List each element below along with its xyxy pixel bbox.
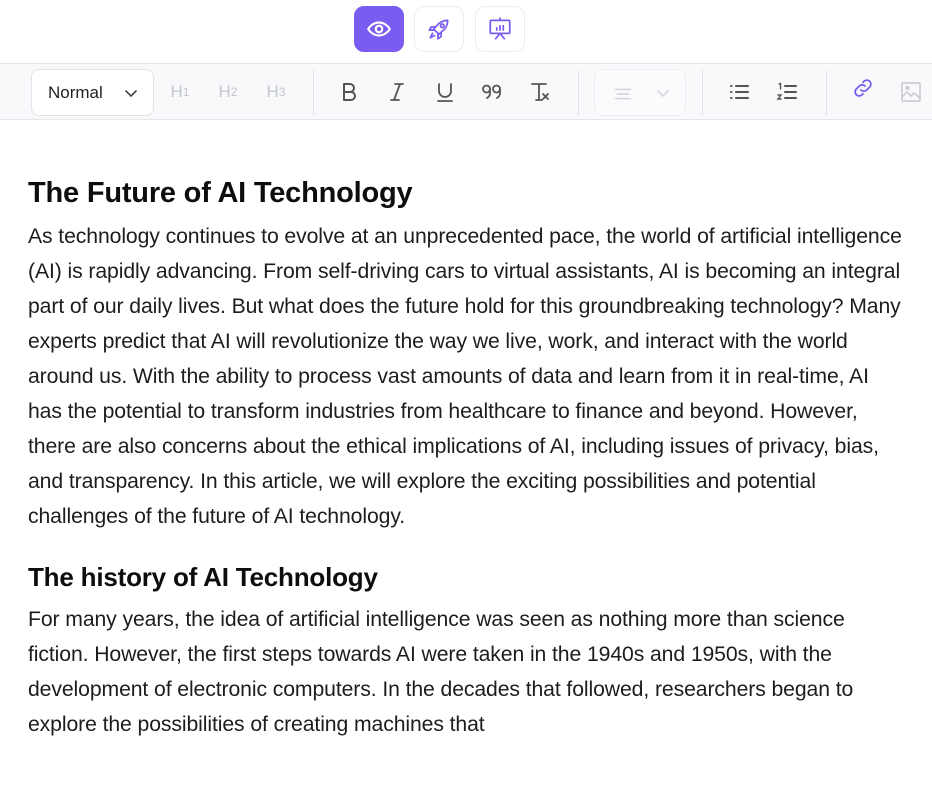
presentation-mode-button[interactable] — [475, 6, 525, 52]
bullet-list-button[interactable] — [721, 74, 757, 110]
italic-button[interactable] — [379, 74, 415, 110]
align-icon — [614, 88, 632, 100]
document-title: The Future of AI Technology — [28, 177, 413, 209]
chevron-down-icon — [657, 90, 669, 98]
toolbar-divider — [578, 70, 579, 115]
heading-2-button[interactable]: H2 — [210, 74, 246, 110]
bold-icon — [343, 83, 356, 101]
bullet-list-icon — [730, 85, 749, 99]
clear-formatting-button[interactable] — [522, 74, 558, 110]
formatting-toolbar: Normal H1 H2 H3 — [0, 63, 932, 120]
section-heading: The history of AI Technology — [28, 562, 378, 592]
ordered-list-icon — [776, 82, 797, 100]
text-style-dropdown[interactable]: Normal — [31, 69, 154, 116]
insert-image-button[interactable] — [893, 74, 929, 110]
section-paragraph: For many years, the idea of artificial i… — [28, 608, 854, 736]
quote-icon — [482, 84, 501, 99]
toolbar-divider — [702, 70, 703, 115]
link-icon — [854, 79, 872, 97]
document-editor[interactable]: The Future of AI Technology As technolog… — [28, 120, 908, 742]
ordered-list-button[interactable] — [769, 74, 805, 110]
italic-icon — [390, 83, 404, 101]
blockquote-button[interactable] — [474, 74, 510, 110]
image-icon — [901, 82, 921, 102]
preview-mode-button[interactable] — [354, 6, 404, 52]
heading-3-button[interactable]: H3 — [258, 74, 294, 110]
heading-1-button[interactable]: H1 — [162, 74, 198, 110]
underline-button[interactable] — [427, 74, 463, 110]
presentation-chart-icon — [489, 17, 511, 40]
insert-link-button[interactable] — [845, 70, 881, 106]
clear-format-icon — [531, 83, 549, 101]
bold-button[interactable] — [331, 74, 367, 110]
underline-icon — [437, 83, 453, 102]
launch-mode-button[interactable] — [414, 6, 464, 52]
toolbar-divider — [313, 70, 314, 115]
text-style-value: Normal — [48, 82, 103, 102]
rocket-icon — [428, 19, 449, 40]
toolbar-divider — [826, 70, 827, 115]
alignment-dropdown[interactable] — [594, 69, 686, 116]
eye-icon — [367, 21, 391, 37]
mode-switcher-bar — [0, 0, 932, 62]
intro-paragraph: As technology continues to evolve at an … — [28, 225, 902, 528]
chevron-down-icon — [125, 90, 137, 97]
